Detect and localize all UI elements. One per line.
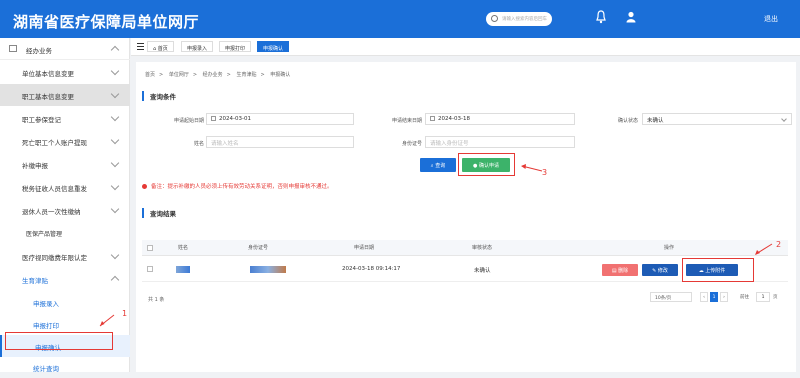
sidebar-item-unit-info[interactable]: 单位基本信息变更 <box>0 61 130 83</box>
arrow-annotation-1 <box>99 314 115 327</box>
search-placeholder: 请输入搜索内容后回车 <box>502 17 547 22</box>
page-size-select[interactable]: 10条/页 <box>650 292 692 302</box>
chevron-down-icon <box>110 89 120 99</box>
date-cell: 2024-03-18 09:14:17 <box>342 266 401 272</box>
annotation-number-1: 1 <box>122 309 128 318</box>
name-cell <box>176 266 190 273</box>
sidebar-item-tax-resend[interactable]: 税务征收人员信息重发 <box>0 176 130 198</box>
arrow-annotation-2 <box>755 243 773 255</box>
top-bar: 湖南省医疗保障局单位网厅 请输入搜索内容后回车 退出 <box>0 0 800 38</box>
search-input[interactable]: 请输入搜索内容后回车 <box>486 12 552 26</box>
tab-print[interactable]: 申报打印 <box>219 41 252 52</box>
edit-button[interactable]: ✎ 修改 <box>642 264 678 276</box>
sidebar-sub-entry[interactable]: 申报录入 <box>0 291 130 313</box>
total-count: 共 1 条 <box>148 297 165 303</box>
page-word-label: 页 <box>773 295 778 300</box>
id-cell <box>250 266 286 273</box>
sidebar-item-enroll[interactable]: 职工参保登记 <box>0 107 130 129</box>
sidebar-group-label: 经办业务 <box>26 47 52 55</box>
status-select[interactable]: 未确认 <box>642 113 792 125</box>
menu-icon[interactable] <box>137 43 144 50</box>
calendar-icon <box>211 116 216 121</box>
folder-icon <box>9 45 17 52</box>
query-button[interactable]: ⌕ 查询 <box>420 158 456 172</box>
breadcrumb: 首页 > 单位网厅 > 经办业务 > 生育津贴 > 申报确认 <box>145 72 291 78</box>
end-date-field[interactable]: 2024-03-18 <box>425 113 575 125</box>
highlight-box-3 <box>458 153 515 176</box>
end-date-label: 申请结束日期 <box>391 118 422 124</box>
prev-page-button[interactable]: ‹ <box>700 292 708 302</box>
tab-confirm[interactable]: 申报确认 <box>257 41 290 52</box>
sidebar-item-supplement[interactable]: 补缴申报 <box>0 153 130 175</box>
sidebar-item-products[interactable]: 医保产品管理 <box>0 222 130 244</box>
next-page-button[interactable]: › <box>720 292 728 302</box>
sidebar-item-withdraw[interactable]: 死亡职工个人账户提现 <box>0 130 130 152</box>
start-date-label: 申请起始日期 <box>173 118 204 124</box>
logout-link[interactable]: 退出 <box>764 14 778 24</box>
goto-label: 前往 <box>740 295 749 300</box>
chevron-up-icon <box>110 45 120 55</box>
calendar-icon <box>430 116 435 121</box>
row-checkbox[interactable] <box>147 266 153 272</box>
chevron-down-icon <box>110 135 120 145</box>
id-label: 身份证号 <box>401 141 422 147</box>
annotation-number-2: 2 <box>776 240 782 249</box>
highlight-box-1 <box>5 332 113 350</box>
table-row: 2024-03-18 09:14:17 未确认 ▤ 删除 ✎ 修改 ☁ 上传附件 <box>142 258 788 282</box>
search-icon <box>491 15 498 22</box>
delete-button[interactable]: ▤ 删除 <box>602 264 638 276</box>
chevron-down-icon <box>110 112 120 122</box>
results-section-title: 查询结果 <box>142 208 176 218</box>
sidebar-item-maternity[interactable]: 生育津贴 <box>0 268 130 290</box>
start-date-field[interactable]: 2024-03-01 <box>206 113 354 125</box>
highlight-box-2 <box>682 258 754 282</box>
sidebar-item-years-recognition[interactable]: 医疗视同缴费年限认定 <box>0 245 130 267</box>
sidebar-item-retiree-payment[interactable]: 退休人员一次性缴纳 <box>0 199 130 221</box>
tab-entry[interactable]: 申报录入 <box>181 41 214 52</box>
chevron-down-icon <box>110 204 120 214</box>
main-card: 首页 > 单位网厅 > 经办业务 > 生育津贴 > 申报确认 查询条件 申请起始日期 2… <box>136 62 796 372</box>
status-cell: 未确认 <box>474 268 491 274</box>
sidebar-group-header[interactable]: 经办业务 <box>0 38 130 60</box>
sidebar-sub-statistics[interactable]: 统计查询 <box>0 356 130 378</box>
chevron-down-icon <box>110 158 120 168</box>
note-text: 备注：提示补缴的人员必须上传有效劳动关系证明，否则申报审核不通过。 <box>142 182 333 190</box>
page-button-current[interactable]: 1 <box>710 292 718 302</box>
table-header: 姓名 身份证号 申请日期 审核状态 操作 <box>142 240 788 256</box>
bell-icon[interactable] <box>596 10 606 24</box>
query-section-title: 查询条件 <box>142 91 176 101</box>
sidebar-item-employee-info[interactable]: 职工基本信息变更 <box>0 84 130 106</box>
chevron-down-icon <box>781 116 787 122</box>
chevron-down-icon <box>110 250 120 260</box>
name-input[interactable]: 请输入姓名 <box>206 136 354 148</box>
select-all-checkbox[interactable] <box>147 245 153 251</box>
app-title: 湖南省医疗保障局单位网厅 <box>13 13 200 31</box>
id-input[interactable]: 请输入身份证号 <box>425 136 575 148</box>
status-label: 确认状态 <box>617 118 638 124</box>
arrow-annotation-3 <box>521 164 543 172</box>
warning-icon <box>142 184 147 189</box>
tab-home[interactable]: ⌂ 首页 <box>147 41 174 52</box>
tab-bar: ⌂ 首页 申报录入 申报打印 申报确认 <box>131 38 800 56</box>
goto-page-input[interactable]: 1 <box>756 292 770 302</box>
annotation-number-3: 3 <box>542 168 548 177</box>
chevron-down-icon <box>110 66 120 76</box>
name-label: 姓名 <box>193 141 204 147</box>
user-icon[interactable] <box>626 11 636 23</box>
chevron-down-icon <box>110 181 120 191</box>
chevron-up-icon <box>110 275 120 285</box>
